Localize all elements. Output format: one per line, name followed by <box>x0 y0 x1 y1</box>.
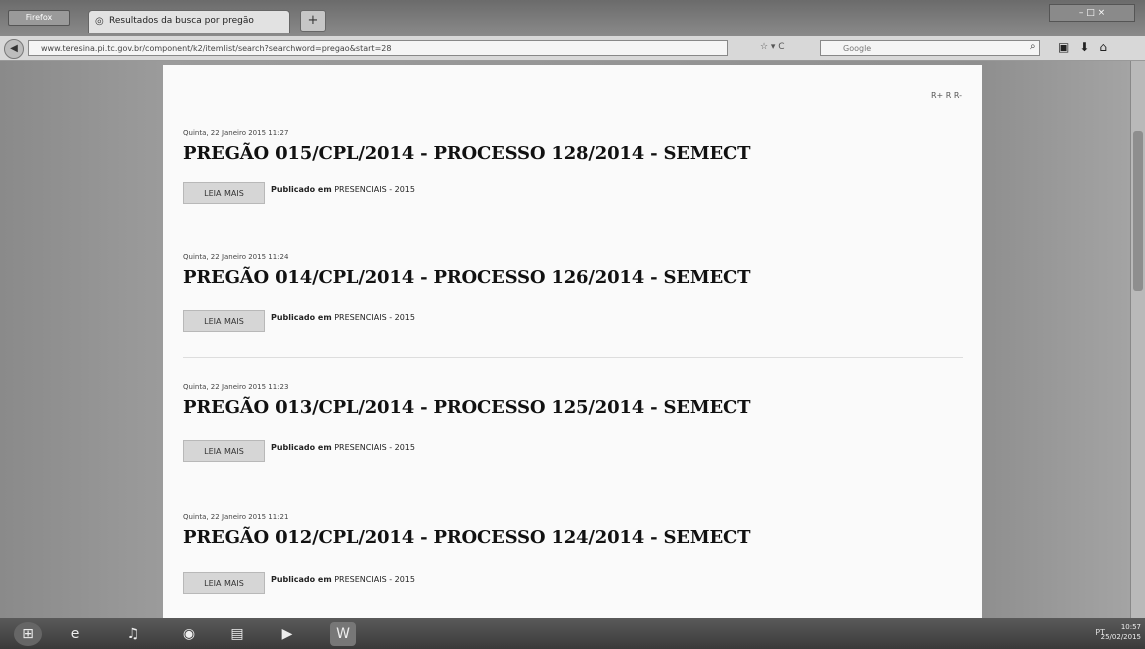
vertical-scrollbar[interactable] <box>1130 61 1145 618</box>
item-category[interactable]: PRESENCIAIS - 2015 <box>334 185 415 194</box>
toolbar-icons[interactable]: ▣⬇⌂ <box>1058 40 1117 54</box>
clock-time: 10:57 <box>1120 623 1141 631</box>
list-item: Quinta, 22 Janeiro 2015 11:24 PREGÃO 014… <box>183 253 963 334</box>
item-date: Quinta, 22 Janeiro 2015 11:23 <box>183 383 289 391</box>
window-title-bar: Firefox ◎ Resultados da busca por pregão… <box>0 0 1145 36</box>
item-date: Quinta, 22 Janeiro 2015 11:24 <box>183 253 289 261</box>
published-in: Publicado em PRESENCIAIS - 2015 <box>271 313 415 322</box>
chrome-icon[interactable]: ◉ <box>176 622 202 646</box>
tab-favicon-icon: ◎ <box>95 16 104 27</box>
published-in: Publicado em PRESENCIAIS - 2015 <box>271 575 415 584</box>
itunes-icon[interactable]: ♫ <box>120 622 146 646</box>
list-item: Quinta, 22 Janeiro 2015 11:23 PREGÃO 013… <box>183 383 963 464</box>
item-category[interactable]: PRESENCIAIS - 2015 <box>334 575 415 584</box>
tab-search-results[interactable]: ◎ Resultados da busca por pregão <box>88 10 290 33</box>
windows-taskbar: ⊞ e ♫ ◉ ▤ ▶ W PT 10:57 25/02/2015 <box>0 618 1145 649</box>
window-controls[interactable]: – □ × <box>1049 4 1135 22</box>
tab-title: Resultados da busca por pregão <box>109 16 254 26</box>
address-bar[interactable]: www.teresina.pi.tc.gov.br/component/k2/i… <box>28 40 728 56</box>
read-more-button[interactable]: LEIA MAIS <box>183 572 265 594</box>
content-area: R+ R R- Quinta, 22 Janeiro 2015 11:27 PR… <box>163 65 982 618</box>
media-player-icon[interactable]: ▶ <box>274 622 300 646</box>
new-tab-button[interactable]: + <box>300 10 326 32</box>
clock-date: 25/02/2015 <box>1100 633 1141 641</box>
item-title[interactable]: PREGÃO 015/CPL/2014 - PROCESSO 128/2014 … <box>183 143 963 164</box>
start-icon[interactable]: ⊞ <box>14 622 42 646</box>
separator <box>183 357 963 358</box>
item-title[interactable]: PREGÃO 012/CPL/2014 - PROCESSO 124/2014 … <box>183 527 963 548</box>
published-in: Publicado em PRESENCIAIS - 2015 <box>271 443 415 452</box>
item-title[interactable]: PREGÃO 014/CPL/2014 - PROCESSO 126/2014 … <box>183 267 963 288</box>
list-item: Quinta, 22 Janeiro 2015 11:27 PREGÃO 015… <box>183 129 963 206</box>
published-in: Publicado em PRESENCIAIS - 2015 <box>271 185 415 194</box>
item-date: Quinta, 22 Janeiro 2015 11:27 <box>183 129 289 137</box>
read-more-button[interactable]: LEIA MAIS <box>183 182 265 204</box>
read-more-button[interactable]: LEIA MAIS <box>183 310 265 332</box>
read-more-button[interactable]: LEIA MAIS <box>183 440 265 462</box>
item-date: Quinta, 22 Janeiro 2015 11:21 <box>183 513 289 521</box>
firefox-menu-button[interactable]: Firefox <box>8 10 70 26</box>
item-title[interactable]: PREGÃO 013/CPL/2014 - PROCESSO 125/2014 … <box>183 397 963 418</box>
search-input[interactable]: Google <box>820 40 1040 56</box>
back-arrow-icon[interactable]: ◀ <box>4 39 24 59</box>
search-icon[interactable]: ⌕ <box>1030 41 1036 52</box>
font-size-tools[interactable]: R+ R R- <box>931 91 962 100</box>
explorer-icon[interactable]: ▤ <box>224 622 250 646</box>
item-category[interactable]: PRESENCIAIS - 2015 <box>334 443 415 452</box>
word-icon[interactable]: W <box>330 622 356 646</box>
list-item: Quinta, 22 Janeiro 2015 11:21 PREGÃO 012… <box>183 513 963 596</box>
ie-icon[interactable]: e <box>62 622 88 646</box>
page-viewport: R+ R R- Quinta, 22 Janeiro 2015 11:27 PR… <box>0 61 1145 618</box>
url-controls[interactable]: ☆ ▾ C <box>760 42 785 52</box>
navigation-bar: ◀ www.teresina.pi.tc.gov.br/component/k2… <box>0 36 1145 61</box>
clock[interactable]: 10:57 25/02/2015 <box>1101 622 1141 642</box>
scrollbar-thumb[interactable] <box>1133 131 1143 291</box>
item-category[interactable]: PRESENCIAIS - 2015 <box>334 313 415 322</box>
